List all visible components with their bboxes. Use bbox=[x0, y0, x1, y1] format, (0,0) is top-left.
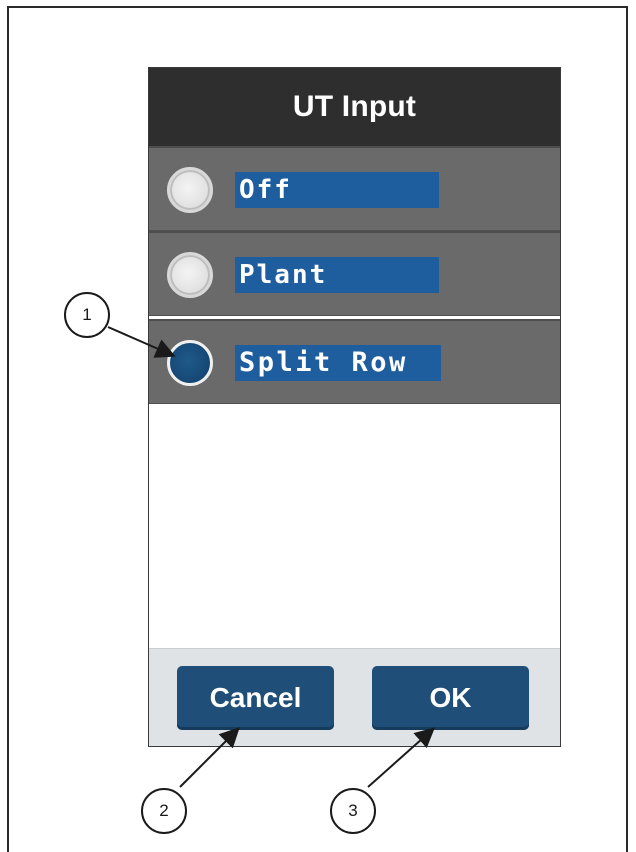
radio-button-plant[interactable] bbox=[167, 252, 213, 298]
radio-button-off[interactable] bbox=[167, 167, 213, 213]
dialog-title: UT Input bbox=[292, 90, 417, 123]
option-split-row[interactable]: Split Row bbox=[149, 319, 560, 404]
ut-input-dialog: UT Input Off Plant Split Row Cancel OK bbox=[148, 67, 561, 747]
option-plant[interactable]: Plant bbox=[149, 231, 560, 316]
option-label-off: Off bbox=[235, 172, 439, 208]
dialog-title-bar: UT Input bbox=[149, 68, 560, 147]
dialog-empty-area bbox=[149, 406, 560, 648]
callout-1: 1 bbox=[64, 292, 110, 338]
cancel-button[interactable]: Cancel bbox=[177, 666, 334, 730]
callout-2: 2 bbox=[141, 788, 187, 834]
callout-3: 3 bbox=[330, 788, 376, 834]
option-off[interactable]: Off bbox=[149, 146, 560, 231]
radio-button-split-row-selected[interactable] bbox=[167, 340, 213, 386]
option-label-split-row: Split Row bbox=[235, 345, 441, 381]
ok-button[interactable]: OK bbox=[372, 666, 529, 730]
option-label-plant: Plant bbox=[235, 257, 439, 293]
dialog-button-bar: Cancel OK bbox=[149, 648, 560, 746]
